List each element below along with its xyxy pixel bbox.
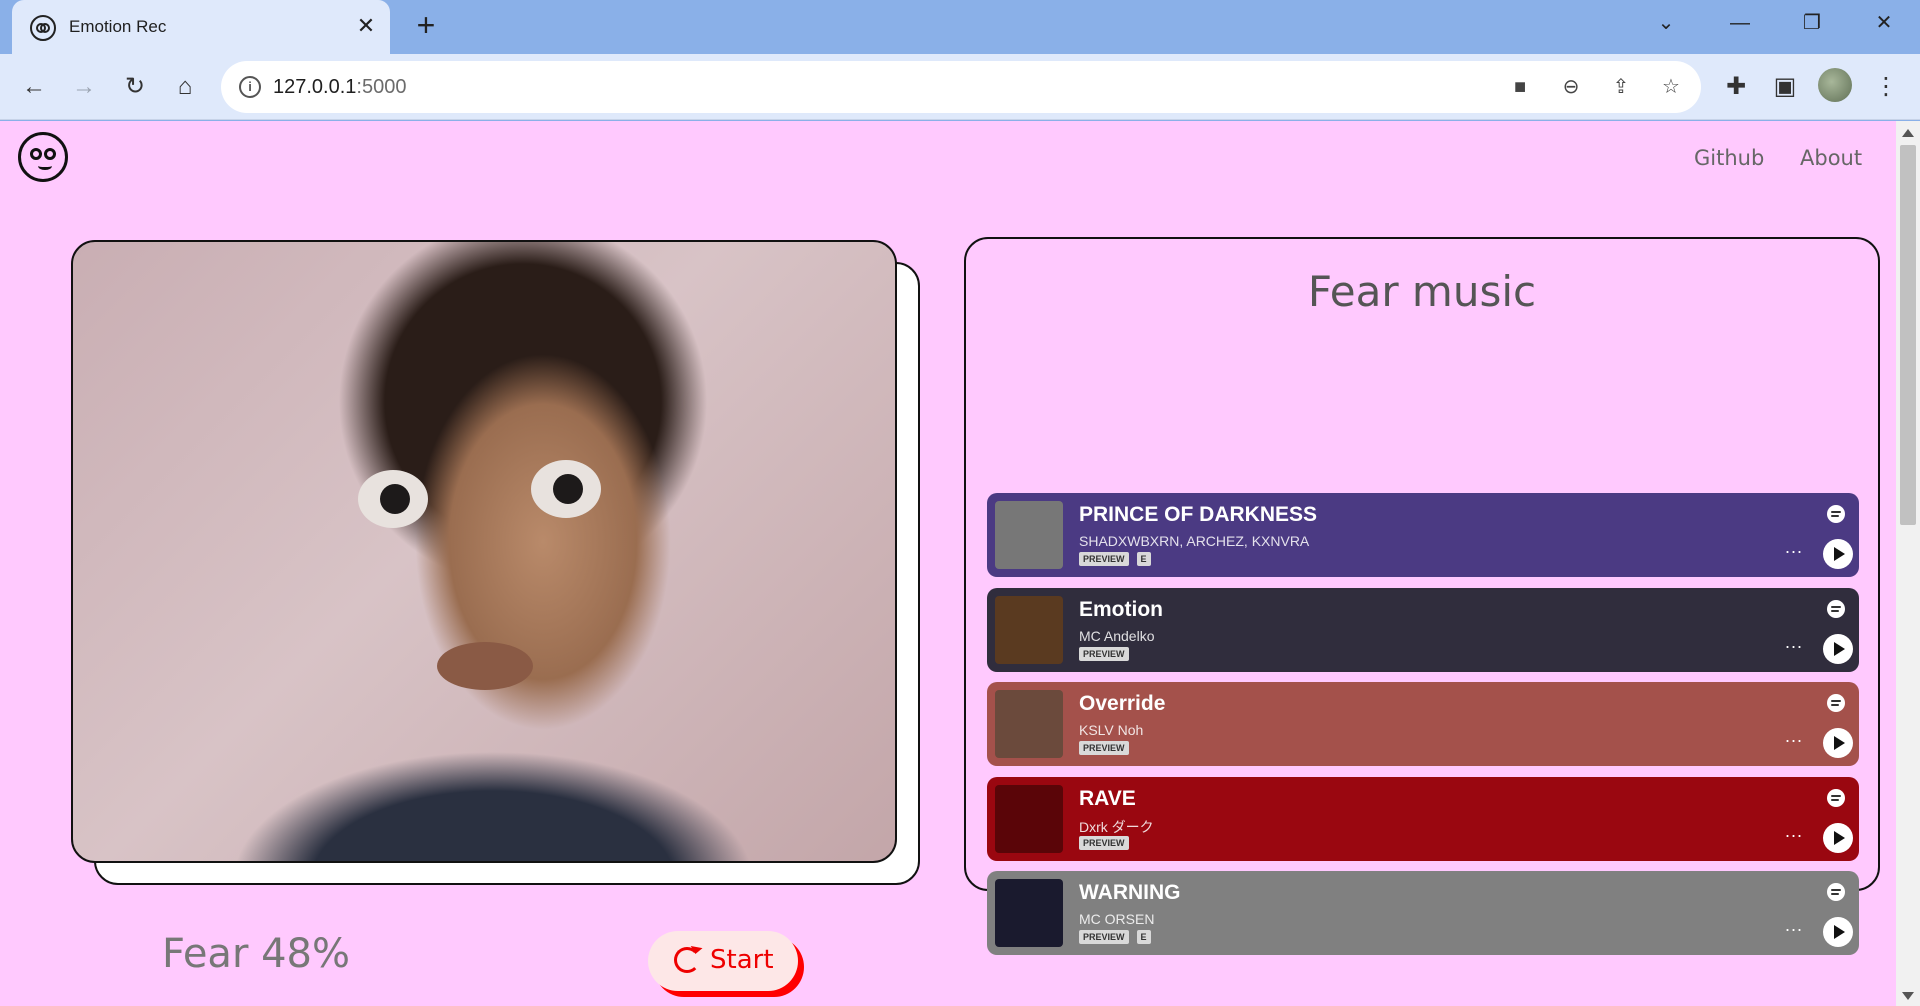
app-logo-icon[interactable] bbox=[18, 132, 68, 182]
scroll-down-arrow-icon[interactable] bbox=[1902, 992, 1914, 1000]
side-panel-icon[interactable]: ▣ bbox=[1767, 69, 1803, 105]
album-cover bbox=[995, 690, 1063, 758]
logo-mouth bbox=[38, 162, 52, 170]
tab-title: Emotion Rec bbox=[69, 17, 167, 36]
url-text[interactable]: 127.0.0.1:5000 bbox=[273, 76, 406, 99]
window-close-icon[interactable]: ✕ bbox=[1864, 8, 1904, 38]
start-button[interactable]: Start bbox=[648, 931, 798, 991]
track-artist[interactable]: SHADXWBXRN, ARCHEZ, KXNVRA bbox=[1079, 533, 1309, 549]
webcam-feed bbox=[71, 240, 897, 863]
explicit-badge: E bbox=[1136, 930, 1151, 944]
tab-search-icon[interactable]: ⌄ bbox=[1646, 8, 1686, 38]
album-cover bbox=[995, 501, 1063, 569]
track-card[interactable]: Override KSLV Noh PREVIEW ... bbox=[987, 682, 1859, 766]
browser-tab[interactable]: Emotion Rec ✕ bbox=[12, 0, 390, 54]
preview-badge: PREVIEW bbox=[1079, 930, 1129, 944]
preview-badge: PREVIEW bbox=[1079, 647, 1129, 661]
track-title: WARNING bbox=[1079, 881, 1181, 904]
track-artist[interactable]: MC ORSEN bbox=[1079, 911, 1154, 927]
share-icon[interactable]: ⇪ bbox=[1608, 74, 1634, 100]
scroll-thumb[interactable] bbox=[1900, 145, 1916, 525]
address-bar[interactable]: i 127.0.0.1:5000 ■ ⊖ ⇪ ☆ bbox=[221, 61, 1701, 113]
track-artist[interactable]: KSLV Noh bbox=[1079, 722, 1143, 738]
more-options-icon[interactable]: ... bbox=[1785, 915, 1803, 936]
album-cover bbox=[995, 879, 1063, 947]
play-button[interactable] bbox=[1823, 823, 1853, 853]
album-cover bbox=[995, 596, 1063, 664]
track-title: Emotion bbox=[1079, 598, 1163, 621]
play-button[interactable] bbox=[1823, 634, 1853, 664]
home-icon[interactable]: ⌂ bbox=[167, 69, 203, 105]
track-badges: PREVIEW bbox=[1079, 647, 1137, 662]
music-panel-title: Fear music bbox=[1307, 267, 1537, 316]
play-button[interactable] bbox=[1823, 539, 1853, 569]
more-options-icon[interactable]: ... bbox=[1785, 726, 1803, 747]
album-cover bbox=[995, 785, 1063, 853]
page-viewport: Github About Fear 48% Start Fear music P… bbox=[0, 121, 1920, 1006]
nav-github-link[interactable]: Github bbox=[1694, 146, 1764, 170]
spotify-icon[interactable] bbox=[1827, 789, 1845, 807]
new-tab-button[interactable]: + bbox=[410, 9, 442, 42]
logo-eye-left bbox=[30, 148, 42, 160]
back-icon[interactable]: ← bbox=[16, 69, 52, 105]
track-card[interactable]: PRINCE OF DARKNESS SHADXWBXRN, ARCHEZ, K… bbox=[987, 493, 1859, 577]
refresh-icon bbox=[674, 947, 700, 973]
page-scrollbar[interactable] bbox=[1896, 121, 1920, 1006]
scroll-up-arrow-icon[interactable] bbox=[1902, 129, 1914, 137]
extensions-icon[interactable]: ✚ bbox=[1718, 69, 1754, 105]
track-artist[interactable]: Dxrk ダーク bbox=[1079, 817, 1154, 837]
track-badges: PREVIEW E bbox=[1079, 552, 1159, 567]
face-favicon-icon bbox=[30, 15, 56, 41]
bookmark-star-icon[interactable]: ☆ bbox=[1658, 74, 1684, 100]
track-badges: PREVIEW E bbox=[1079, 930, 1159, 945]
more-options-icon[interactable]: ... bbox=[1785, 537, 1803, 558]
track-card[interactable]: Emotion MC Andelko PREVIEW ... bbox=[987, 588, 1859, 672]
face-eye-right bbox=[531, 460, 601, 518]
spotify-icon[interactable] bbox=[1827, 505, 1845, 523]
minimize-icon[interactable]: — bbox=[1720, 8, 1760, 38]
site-info-icon[interactable]: i bbox=[239, 76, 261, 98]
preview-badge: PREVIEW bbox=[1079, 741, 1129, 755]
tab-close-icon[interactable]: ✕ bbox=[352, 12, 380, 40]
face-mouth bbox=[437, 642, 533, 690]
track-card[interactable]: WARNING MC ORSEN PREVIEW E ... bbox=[987, 871, 1859, 955]
menu-icon[interactable]: ⋮ bbox=[1868, 69, 1904, 105]
play-button[interactable] bbox=[1823, 728, 1853, 758]
track-badges: PREVIEW bbox=[1079, 836, 1137, 851]
track-artist[interactable]: MC Andelko bbox=[1079, 628, 1154, 644]
camera-icon[interactable]: ■ bbox=[1507, 74, 1533, 100]
spotify-icon[interactable] bbox=[1827, 694, 1845, 712]
music-panel: Fear music PRINCE OF DARKNESS SHADXWBXRN… bbox=[964, 237, 1880, 955]
more-options-icon[interactable]: ... bbox=[1785, 821, 1803, 842]
zoom-out-icon[interactable]: ⊖ bbox=[1558, 74, 1584, 100]
profile-avatar[interactable] bbox=[1818, 68, 1852, 102]
browser-toolbar: ← → ↻ ⌂ i 127.0.0.1:5000 ■ ⊖ ⇪ ☆ ✚ ▣ ⋮ bbox=[0, 54, 1920, 120]
face-eye-left bbox=[358, 470, 428, 528]
preview-badge: PREVIEW bbox=[1079, 552, 1129, 566]
more-options-icon[interactable]: ... bbox=[1785, 632, 1803, 653]
track-title: RAVE bbox=[1079, 787, 1136, 810]
track-title: PRINCE OF DARKNESS bbox=[1079, 503, 1318, 526]
reload-icon[interactable]: ↻ bbox=[117, 69, 153, 105]
forward-icon[interactable]: → bbox=[66, 69, 102, 105]
emotion-result-text: Fear 48% bbox=[162, 931, 351, 977]
restore-icon[interactable]: ❐ bbox=[1792, 8, 1832, 38]
spotify-icon[interactable] bbox=[1827, 883, 1845, 901]
preview-badge: PREVIEW bbox=[1079, 836, 1129, 850]
explicit-badge: E bbox=[1136, 552, 1151, 566]
spotify-icon[interactable] bbox=[1827, 600, 1845, 618]
logo-eye-right bbox=[44, 148, 56, 160]
nav-about-link[interactable]: About bbox=[1800, 146, 1862, 170]
tab-strip: Emotion Rec ✕ + ⌄ — ❐ ✕ bbox=[0, 0, 1920, 54]
track-badges: PREVIEW bbox=[1079, 741, 1137, 756]
start-button-label: Start bbox=[710, 945, 774, 975]
track-card[interactable]: RAVE Dxrk ダーク PREVIEW ... bbox=[987, 777, 1859, 861]
play-button[interactable] bbox=[1823, 917, 1853, 947]
track-title: Override bbox=[1079, 692, 1166, 715]
